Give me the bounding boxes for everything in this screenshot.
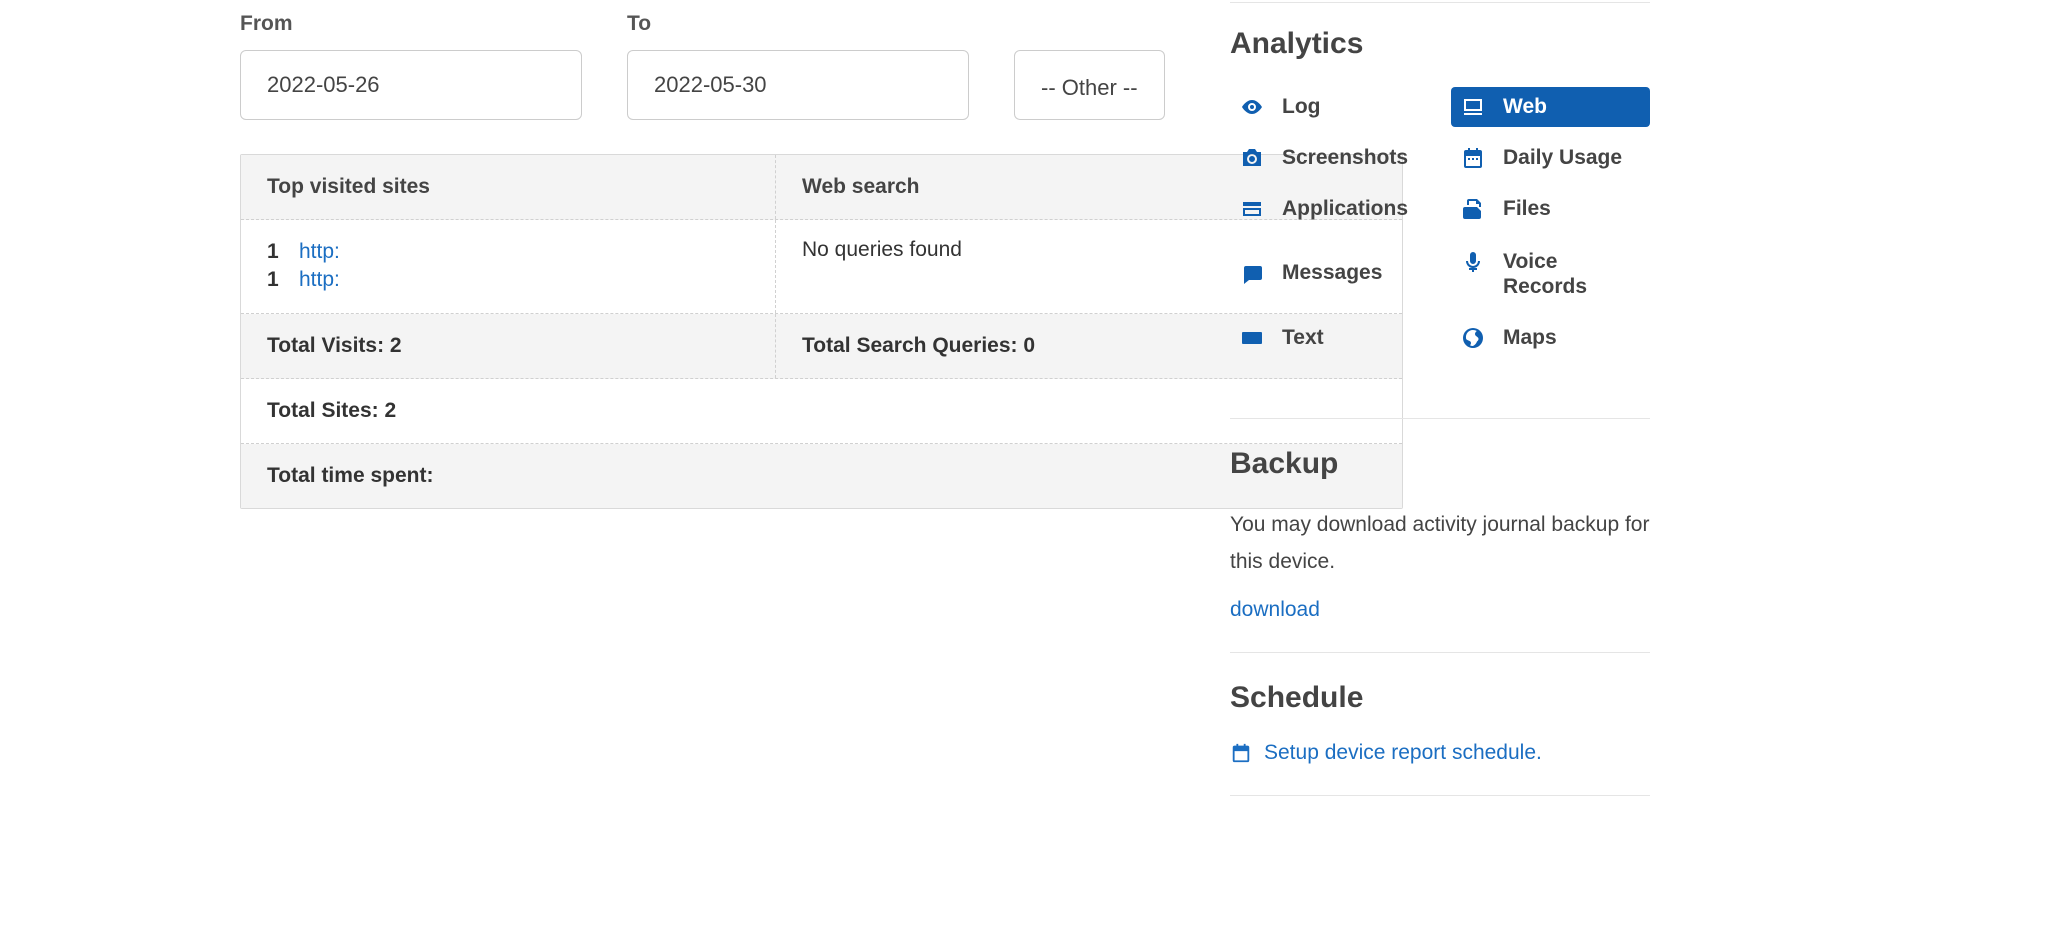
to-label: To (627, 12, 969, 36)
chat-icon (1240, 262, 1264, 286)
to-group: To (627, 12, 969, 120)
from-group: From (240, 12, 582, 120)
schedule-section: Schedule Setup device report schedule. (1230, 681, 1650, 796)
total-sites: Total Sites: 2 (241, 379, 1402, 444)
nav-label: Messages (1282, 261, 1382, 285)
nav-daily-usage[interactable]: Daily Usage (1451, 138, 1650, 178)
table-body-row: 1 http: 1 http: No queries found (241, 220, 1402, 314)
data-table: Top visited sites Web search 1 http: 1 h… (240, 154, 1403, 509)
nav-label: Screenshots (1282, 146, 1408, 170)
calendar-icon (1230, 742, 1252, 764)
site-count: 1 (267, 238, 281, 266)
schedule-link-text: Setup device report schedule. (1264, 741, 1542, 765)
backup-section: Backup You may download activity journal… (1230, 447, 1650, 654)
nav-maps[interactable]: Maps (1451, 318, 1650, 358)
filter-row: From To -- Other -- (240, 12, 1150, 120)
to-input[interactable] (627, 50, 969, 120)
total-visits: Total Visits: 2 (241, 314, 776, 378)
other-select[interactable]: -- Other -- (1014, 50, 1165, 120)
schedule-link[interactable]: Setup device report schedule. (1230, 741, 1650, 765)
nav-web[interactable]: Web (1451, 87, 1650, 127)
nav-label: Daily Usage (1503, 146, 1622, 170)
site-line: 1 http: (267, 266, 749, 294)
nav-screenshots[interactable]: Screenshots (1230, 138, 1429, 178)
nav-log[interactable]: Log (1230, 87, 1429, 127)
nav-applications[interactable]: Applications (1230, 189, 1429, 229)
total-time: Total time spent: (241, 444, 1402, 508)
nav-label: Applications (1282, 197, 1408, 221)
summary-row-1: Total Visits: 2 Total Search Queries: 0 (241, 314, 1402, 379)
site-link[interactable]: http: (299, 266, 340, 294)
calendar-icon (1461, 146, 1485, 170)
other-group: -- Other -- (1014, 12, 1165, 120)
nav-files[interactable]: Files (1451, 189, 1650, 229)
microphone-icon (1461, 250, 1485, 274)
divider (1230, 2, 1650, 3)
nav-label: Files (1503, 197, 1551, 221)
nav-label: Text (1282, 326, 1324, 350)
applications-icon (1240, 197, 1264, 221)
backup-heading: Backup (1230, 447, 1650, 481)
nav-text[interactable]: Text (1230, 318, 1429, 358)
from-input[interactable] (240, 50, 582, 120)
globe-icon (1461, 326, 1485, 350)
nav-label: Maps (1503, 326, 1557, 350)
nav-label-wrap: Voice Records (1503, 250, 1587, 298)
nav-messages[interactable]: Messages (1230, 240, 1429, 306)
col-header-sites: Top visited sites (241, 155, 776, 219)
sidebar: Analytics Log Web (1230, 0, 1650, 824)
nav-label: Voice (1503, 250, 1587, 274)
analytics-nav: Log Web Screenshots (1230, 87, 1650, 358)
keyboard-icon (1240, 326, 1264, 350)
from-label: From (240, 12, 582, 36)
site-line: 1 http: (267, 238, 749, 266)
eye-icon (1240, 95, 1264, 119)
site-link[interactable]: http: (299, 238, 340, 266)
site-count: 1 (267, 266, 281, 294)
download-link[interactable]: download (1230, 598, 1320, 621)
nav-label: Web (1503, 95, 1547, 119)
nav-label: Records (1503, 275, 1587, 299)
schedule-heading: Schedule (1230, 681, 1650, 715)
monitor-icon (1461, 95, 1485, 119)
table-header-row: Top visited sites Web search (241, 155, 1402, 220)
camera-icon (1240, 146, 1264, 170)
files-icon (1461, 197, 1485, 221)
nav-voice-records[interactable]: Voice Records (1451, 240, 1650, 306)
sites-cell: 1 http: 1 http: (241, 220, 776, 313)
backup-text: You may download activity journal backup… (1230, 507, 1650, 581)
analytics-heading: Analytics (1230, 27, 1650, 61)
analytics-section: Analytics Log Web (1230, 27, 1650, 419)
nav-label: Log (1282, 95, 1320, 119)
